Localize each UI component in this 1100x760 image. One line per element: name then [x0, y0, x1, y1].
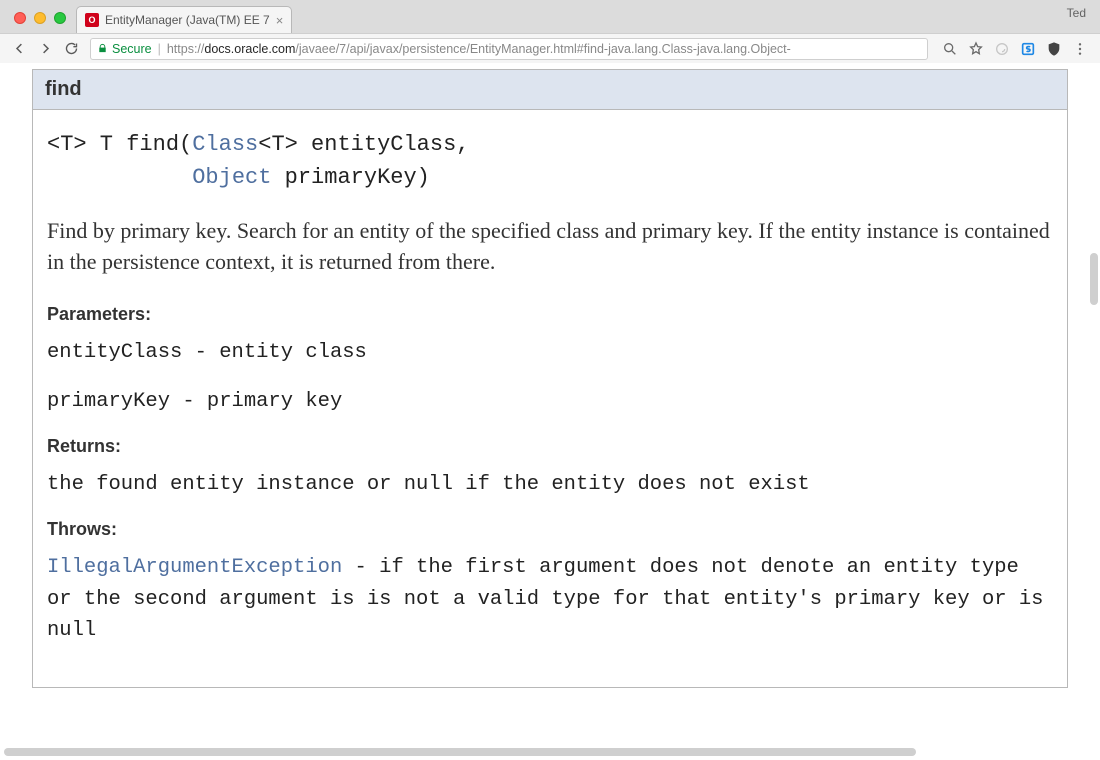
minimize-window-icon[interactable]	[34, 12, 46, 24]
url-text: https://docs.oracle.com/javaee/7/api/jav…	[167, 42, 791, 56]
parameter-primarykey: primaryKey - primary key	[47, 386, 1053, 418]
window-controls	[14, 12, 66, 24]
extension-shield-icon[interactable]	[1046, 41, 1062, 57]
secure-label: Secure	[112, 42, 152, 56]
tab-favicon: O	[85, 13, 99, 27]
bookmark-star-icon[interactable]	[968, 41, 984, 57]
tab-title: EntityManager (Java(TM) EE 7	[105, 13, 270, 27]
tab-close-icon[interactable]: ×	[276, 13, 284, 28]
parameters-label: Parameters:	[47, 304, 1053, 325]
throws-label: Throws:	[47, 519, 1053, 540]
method-signature: <T> T find(Class<T> entityClass, Object …	[47, 128, 1053, 194]
method-body: <T> T find(Class<T> entityClass, Object …	[33, 110, 1067, 687]
parameter-entityclass: entityClass - entity class	[47, 337, 1053, 369]
method-detail-box: find <T> T find(Class<T> entityClass, Ob…	[32, 69, 1068, 688]
extension-icon[interactable]	[994, 41, 1010, 57]
close-window-icon[interactable]	[14, 12, 26, 24]
tab-strip: O EntityManager (Java(TM) EE 7 × Ted	[0, 0, 1100, 33]
lock-icon	[97, 43, 108, 54]
page-viewport: find <T> T find(Class<T> entityClass, Ob…	[0, 63, 1100, 760]
returns-text: the found entity instance or null if the…	[47, 469, 1053, 501]
menu-icon[interactable]	[1072, 41, 1088, 57]
returns-label: Returns:	[47, 436, 1053, 457]
address-bar[interactable]: Secure | https://docs.oracle.com/javaee/…	[90, 38, 928, 60]
zoom-icon[interactable]	[942, 41, 958, 57]
toolbar-right	[942, 41, 1088, 57]
javadoc-content: find <T> T find(Class<T> entityClass, Ob…	[32, 63, 1068, 694]
exception-link[interactable]: IllegalArgumentException	[47, 556, 342, 579]
forward-button[interactable]	[32, 36, 58, 62]
profile-name[interactable]: Ted	[1067, 6, 1086, 20]
secure-indicator: Secure	[97, 42, 152, 56]
throws-text: IllegalArgumentException - if the first …	[47, 552, 1053, 647]
browser-chrome: O EntityManager (Java(TM) EE 7 × Ted Sec…	[0, 0, 1100, 64]
browser-tab[interactable]: O EntityManager (Java(TM) EE 7 ×	[76, 6, 292, 33]
reload-button[interactable]	[58, 36, 84, 62]
horizontal-scrollbar[interactable]	[4, 748, 1090, 756]
type-link-object[interactable]: Object	[192, 165, 271, 190]
zoom-window-icon[interactable]	[54, 12, 66, 24]
horizontal-scrollbar-thumb[interactable]	[4, 748, 916, 756]
method-name-header: find	[33, 70, 1067, 110]
back-button[interactable]	[6, 36, 32, 62]
extension-s-icon[interactable]	[1020, 41, 1036, 57]
url-separator: |	[158, 42, 161, 56]
method-description: Find by primary key. Search for an entit…	[47, 216, 1053, 278]
vertical-scrollbar-thumb[interactable]	[1090, 253, 1098, 305]
toolbar: Secure | https://docs.oracle.com/javaee/…	[0, 33, 1100, 63]
type-link-class[interactable]: Class	[192, 132, 258, 157]
